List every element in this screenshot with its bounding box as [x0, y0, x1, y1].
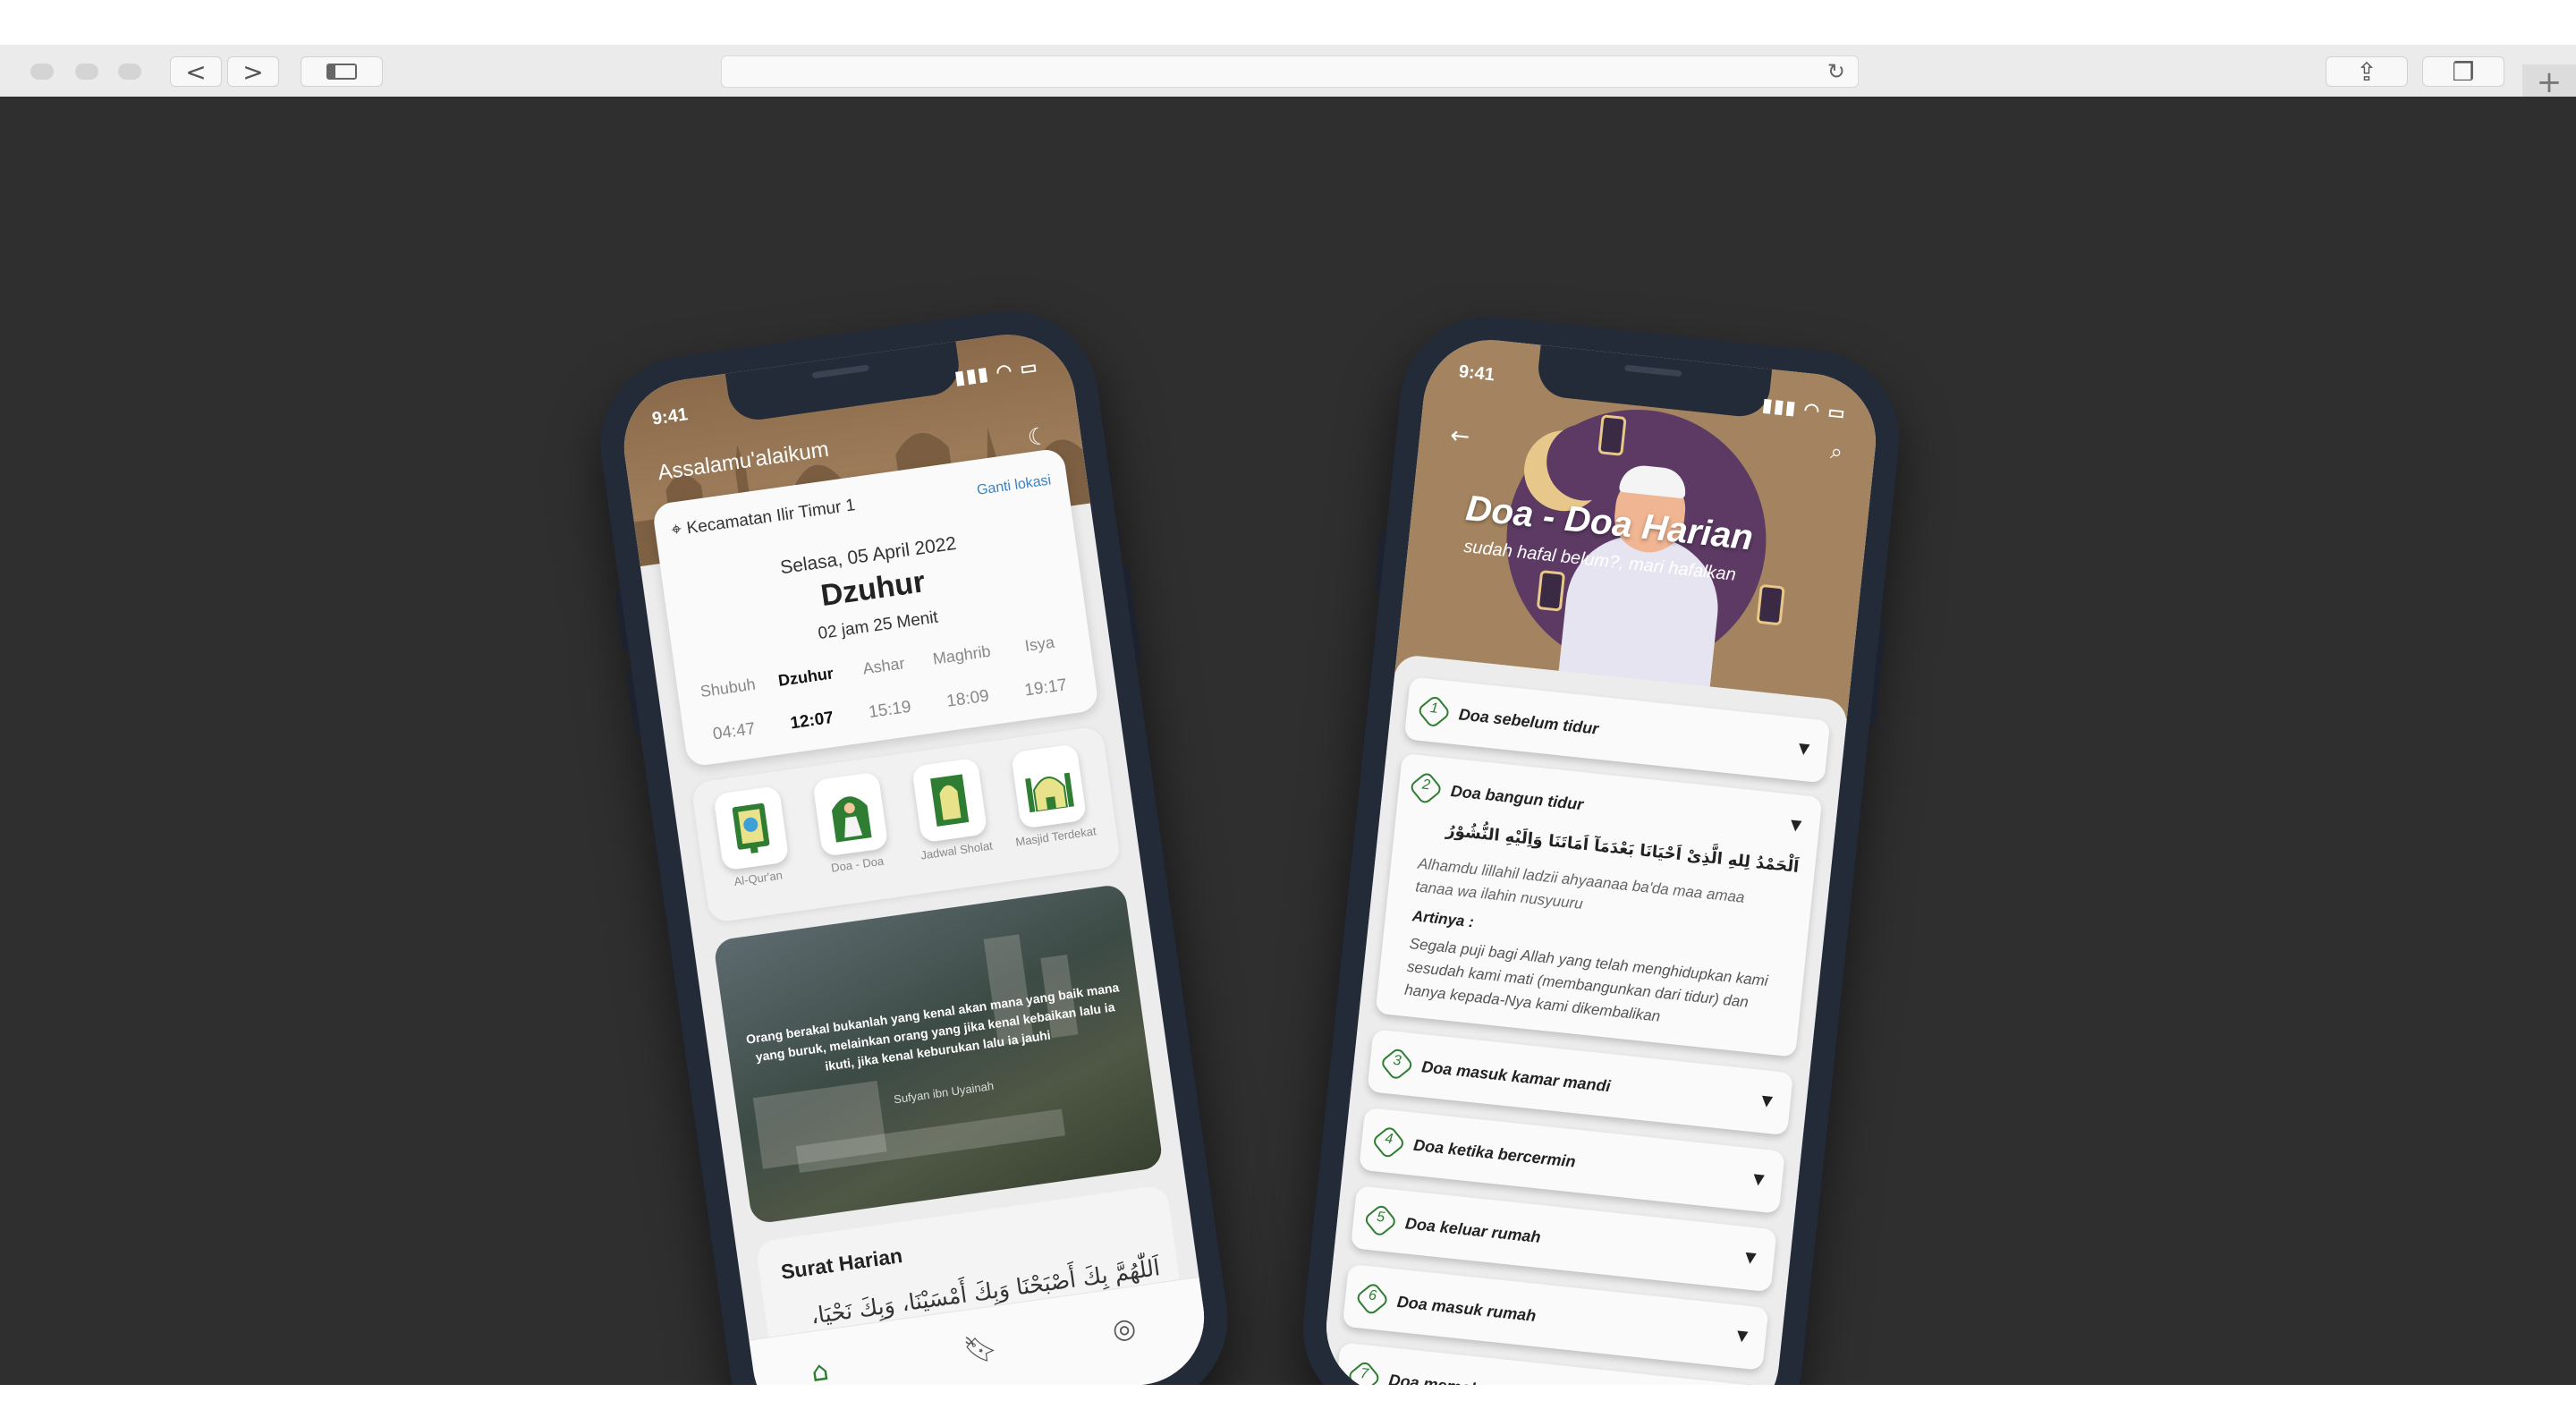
doa-meaning-label: Artinya : [1411, 907, 1475, 931]
chevron-right-icon: > [242, 56, 264, 87]
prayer-time-maghrib: Maghrib 18:09 [931, 641, 992, 711]
sidebar-icon [326, 64, 357, 80]
prayer-icon [831, 796, 872, 843]
prayer-mat-icon [930, 774, 970, 827]
doa-item-number: 3 [1392, 1052, 1402, 1069]
prayer-times-card: ⌖ Kecamatan Ilir Timur 1 Ganti lokasi Sel… [651, 447, 1100, 768]
tabs-overview-button[interactable]: ❐ [2422, 56, 2504, 87]
chevron-down-icon[interactable]: ▼ [1760, 1091, 1773, 1109]
menu-jadwal-label: Jadwal Sholat [919, 838, 994, 862]
doa-item-title: Doa bangun tidur [1449, 781, 1585, 814]
doa-item-title: Doa masuk kamar mandi [1420, 1057, 1612, 1096]
doa-meaning-text: Segala puji bagi Allah yang telah menghi… [1403, 935, 1769, 1025]
dark-mode-toggle-icon[interactable]: ☾ [1026, 422, 1050, 452]
share-icon: ⇪ [2356, 56, 2377, 87]
quran-icon [732, 802, 770, 854]
doa-list: 1 Doa sebelum tidur ▼ 2 Doa bangun tidur… [1319, 653, 1849, 1385]
menu-jadwal-sholat[interactable]: Jadwal Sholat [903, 757, 998, 864]
bookmark-icon[interactable]: 🔖︎ [962, 1331, 1000, 1367]
chevron-down-icon[interactable]: ▼ [1736, 1327, 1749, 1345]
back-arrow-icon[interactable]: ← [1449, 422, 1471, 451]
doa-item-title: Doa keluar rumah [1404, 1214, 1542, 1247]
doa-item-number: 1 [1429, 700, 1439, 717]
doa-item-title: Doa sebelum tidur [1457, 705, 1600, 738]
window-close-button[interactable] [30, 64, 54, 80]
menu-masjid-terdekat[interactable]: Masjid Terdekat [1003, 743, 1097, 850]
doa-item-number: 6 [1368, 1287, 1377, 1304]
address-bar[interactable]: ↻ [721, 55, 1859, 88]
quote-banner: Orang berakal bukanlah yang kenal akan m… [712, 883, 1165, 1225]
browser-toolbar: < > ↻ ⇪ ❐ + [0, 45, 2576, 102]
profile-icon[interactable]: ◎ [1111, 1312, 1139, 1346]
status-time: 9:41 [650, 404, 690, 429]
presentation-stage: 9:41 ▮▮▮ ◠ ▭ Assalamu'alaikum ☾ ⌖ Kecamat… [0, 97, 2576, 1385]
search-icon[interactable]: ⌕ [1829, 438, 1843, 464]
back-button[interactable]: < [170, 56, 222, 87]
doa-item-title: Doa ketika bercermin [1412, 1135, 1577, 1171]
menu-doa-label: Doa - Doa [830, 853, 885, 875]
window-zoom-button[interactable] [118, 64, 141, 80]
tabs-icon: ❐ [2452, 56, 2475, 87]
change-location-link[interactable]: Ganti lokasi [976, 472, 1052, 498]
menu-quran-label: Al-Qur'an [733, 868, 784, 888]
mosque-icon [1025, 772, 1074, 813]
location-text: Kecamatan Ilir Timur 1 [685, 496, 857, 539]
sidebar-toggle-button[interactable] [301, 56, 383, 87]
share-button[interactable]: ⇪ [2326, 56, 2408, 87]
phone-mockup-home: 9:41 ▮▮▮ ◠ ▭ Assalamu'alaikum ☾ ⌖ Kecamat… [589, 300, 1240, 1385]
chevron-down-icon[interactable]: ▼ [1790, 816, 1802, 834]
menu-masjid-label: Masjid Terdekat [1014, 824, 1097, 849]
doa-screen: 9:41 ▮▮▮ ◠ ▭ ← ⌕ Doa - Doa Harian sudah … [1319, 333, 1883, 1385]
menu-doa[interactable]: Doa - Doa [804, 770, 899, 878]
home-screen: 9:41 ▮▮▮ ◠ ▭ Assalamu'alaikum ☾ ⌖ Kecamat… [615, 326, 1213, 1385]
reload-icon[interactable]: ↻ [1827, 59, 1845, 84]
phone-mockup-doa: 9:41 ▮▮▮ ◠ ▭ ← ⌕ Doa - Doa Harian sudah … [1293, 308, 1909, 1385]
prayer-time-dzuhur: Dzuhur 12:07 [776, 664, 835, 734]
chevron-down-icon[interactable]: ▼ [1744, 1248, 1757, 1266]
forward-button[interactable]: > [227, 56, 279, 87]
prayer-time-shubuh: Shubuh 04:47 [699, 675, 757, 744]
doa-item-number: 5 [1376, 1209, 1386, 1226]
doa-item-title: Doa memohon ilmu yang bermanfaat [1388, 1371, 1671, 1385]
prayer-time-isya: Isya 19:17 [1023, 633, 1069, 700]
doa-item-number: 2 [1421, 777, 1431, 794]
chevron-down-icon[interactable]: ▼ [1752, 1170, 1765, 1188]
chevron-left-icon: < [185, 56, 207, 87]
location-pin-icon: ⌖ [669, 517, 683, 540]
doa-item-title: Doa masuk rumah [1395, 1292, 1538, 1325]
doa-item-2-expanded[interactable]: 2 Doa bangun tidur ▼ اَلْحَمْدُ لِلهِ ال… [1375, 752, 1823, 1057]
doa-item-number: 4 [1384, 1131, 1394, 1148]
chevron-down-icon[interactable]: ▼ [1798, 739, 1810, 757]
surat-harian-title: Surat Harian [779, 1244, 904, 1284]
status-time: 9:41 [1457, 361, 1496, 386]
home-icon[interactable]: ⌂ [809, 1355, 831, 1385]
location-label: ⌖ Kecamatan Ilir Timur 1 [670, 493, 857, 541]
doa-item-number: 7 [1359, 1365, 1369, 1382]
prayer-time-ashar: Ashar 15:19 [861, 654, 912, 723]
window-minimize-button[interactable] [75, 64, 98, 80]
page-bottom-margin [0, 1385, 2576, 1401]
menu-quran[interactable]: Al-Qur'an [705, 785, 800, 892]
